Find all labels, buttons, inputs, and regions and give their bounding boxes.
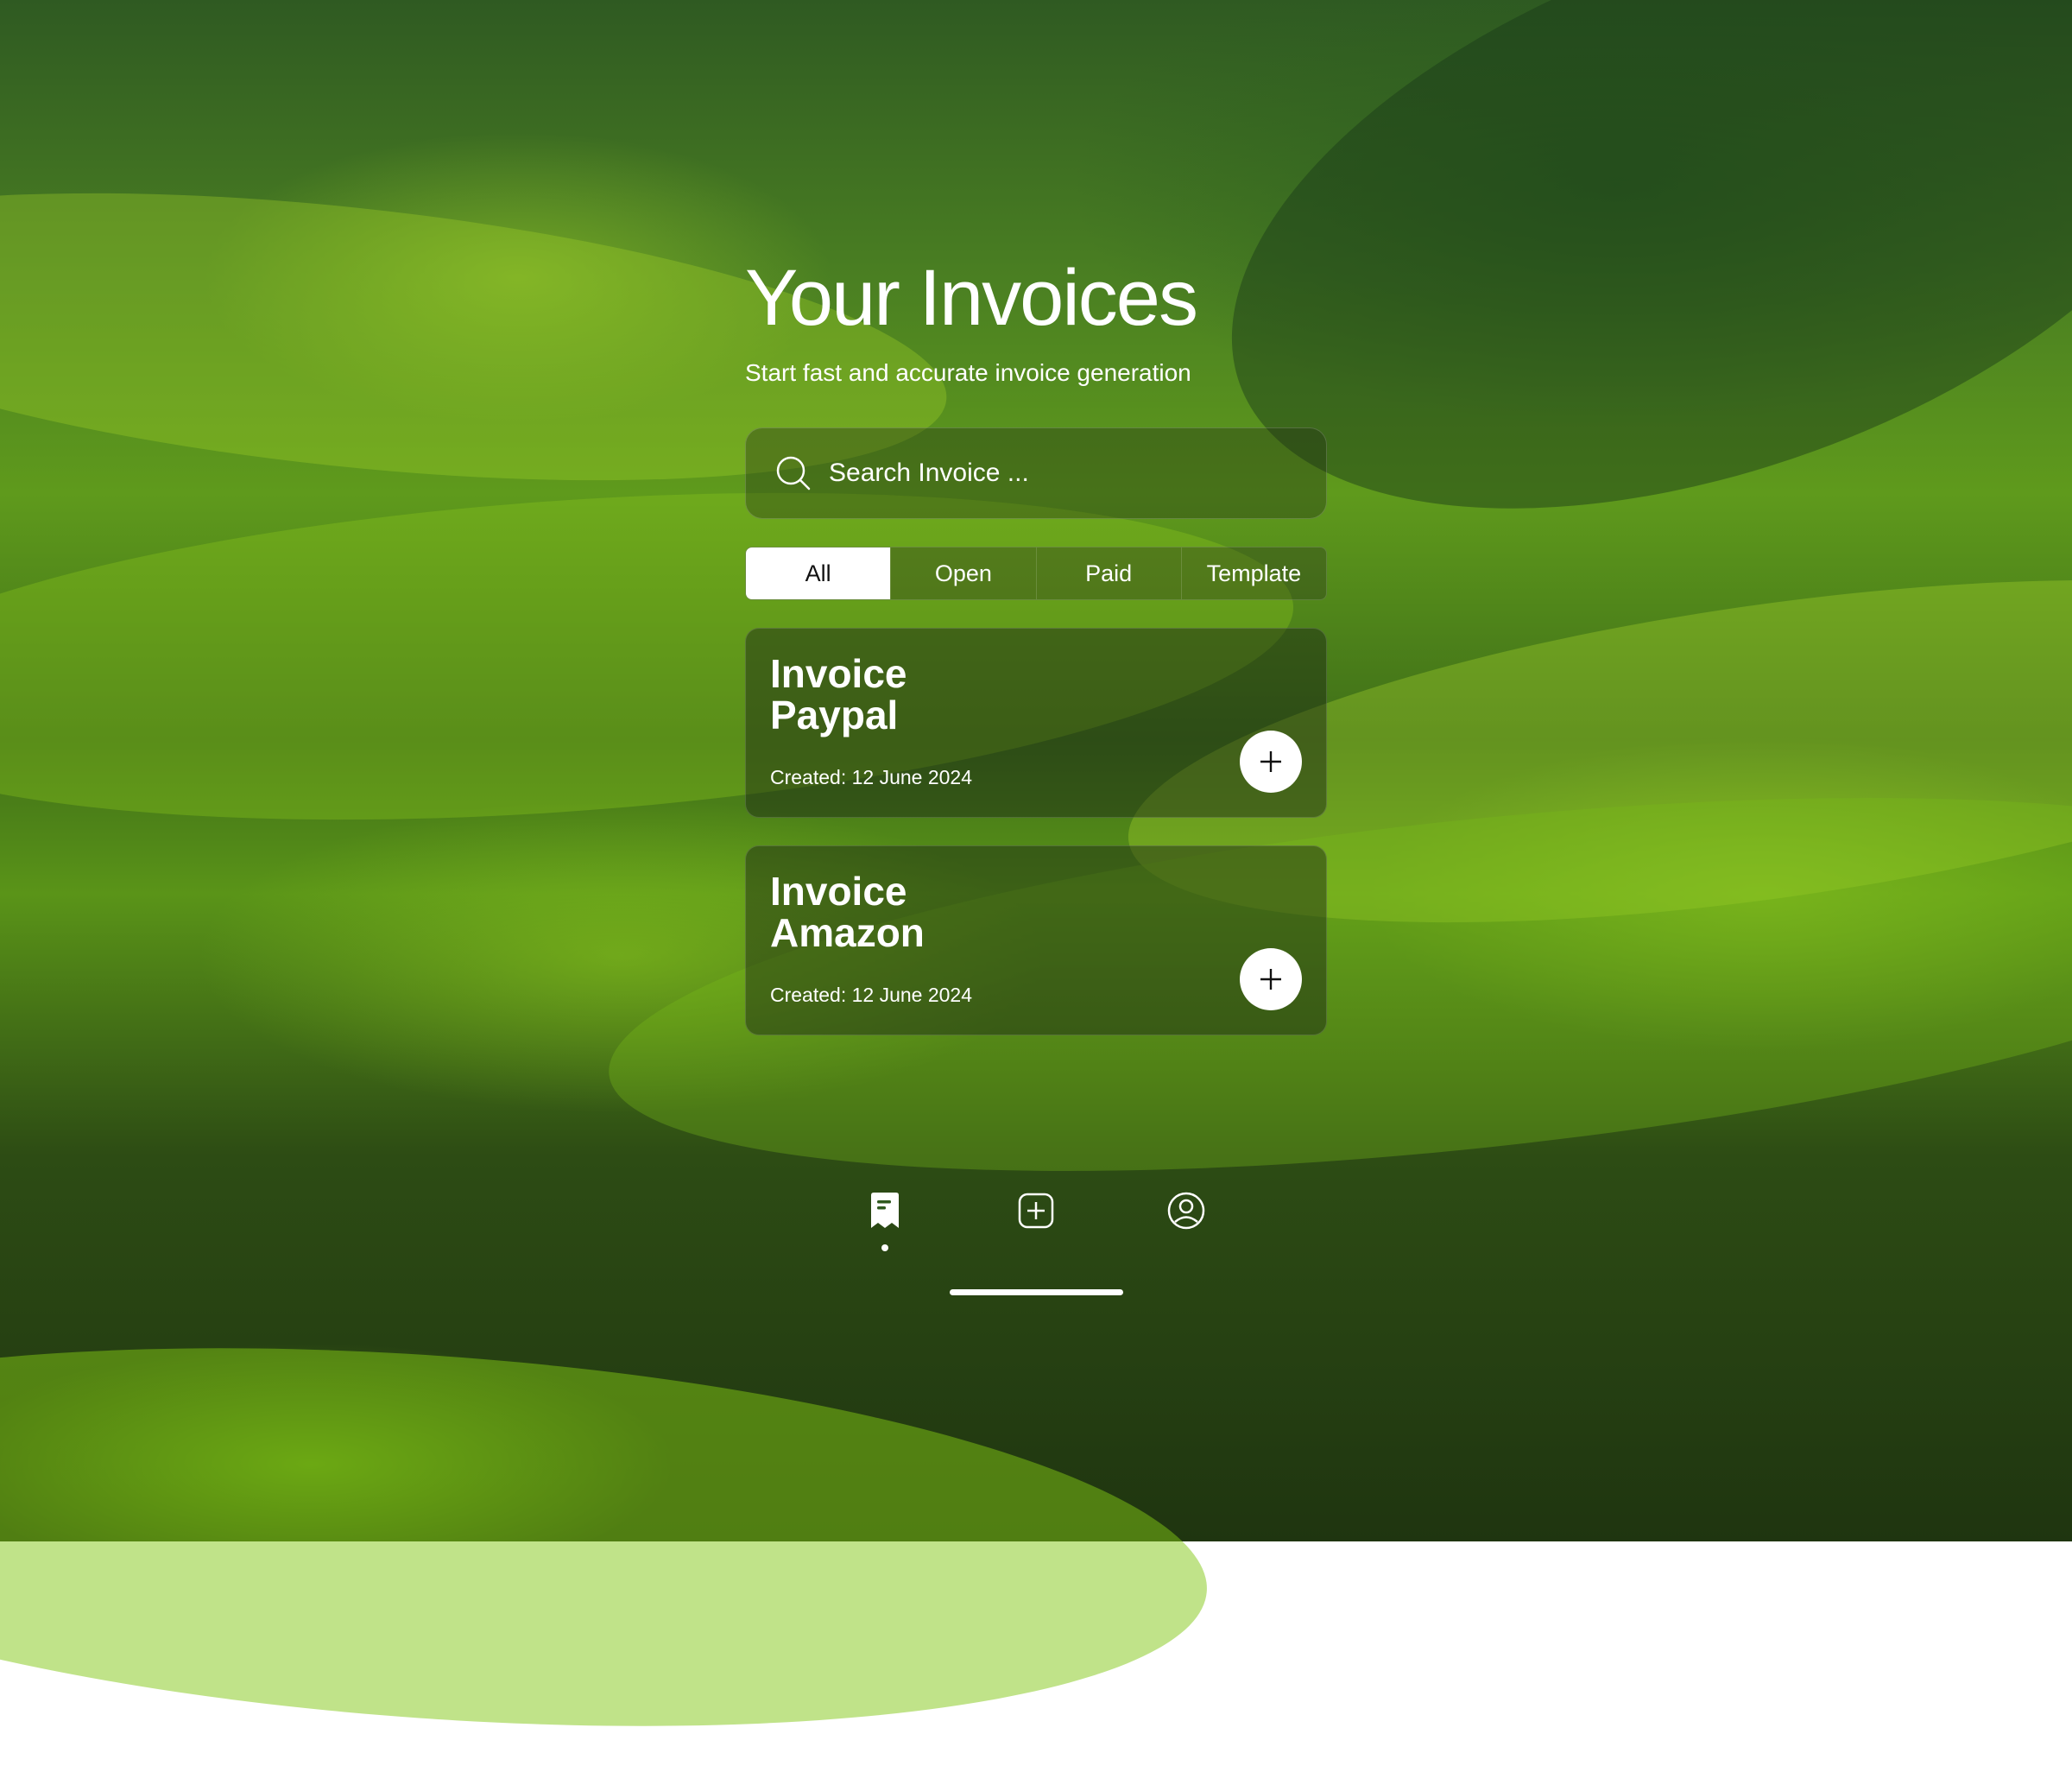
invoice-icon — [871, 1193, 899, 1228]
invoice-title: Invoice Paypal — [770, 651, 907, 737]
tab-all[interactable]: All — [746, 547, 891, 599]
plus-icon — [1260, 969, 1281, 990]
search-bar[interactable] — [745, 427, 1327, 519]
nav-profile[interactable] — [1166, 1190, 1207, 1231]
page-subtitle: Start fast and accurate invoice generati… — [745, 359, 1191, 386]
user-icon — [1167, 1192, 1205, 1230]
plus-icon — [1260, 751, 1281, 772]
bottom-navigation — [0, 1190, 2072, 1259]
filter-tabs: All Open Paid Template — [745, 547, 1327, 600]
nav-create[interactable] — [1015, 1190, 1057, 1231]
add-square-icon — [1018, 1193, 1054, 1229]
active-indicator-dot — [881, 1244, 888, 1251]
add-button[interactable] — [1240, 731, 1302, 793]
invoices-panel: Your Invoices Start fast and accurate in… — [745, 250, 1327, 1035]
search-input[interactable] — [827, 458, 1279, 489]
tab-open[interactable]: Open — [890, 547, 1035, 599]
tab-paid[interactable]: Paid — [1035, 547, 1181, 599]
search-icon — [776, 456, 811, 490]
invoice-created-date: Created: 12 June 2024 — [770, 984, 973, 1006]
invoice-created-date: Created: 12 June 2024 — [770, 766, 973, 788]
invoice-card[interactable]: Invoice Amazon Created: 12 June 2024 — [745, 845, 1327, 1035]
page-title: Your Invoices — [745, 254, 1198, 342]
invoice-title: Invoice Amazon — [770, 869, 925, 955]
add-button[interactable] — [1240, 948, 1302, 1010]
invoice-card[interactable]: Invoice Paypal Created: 12 June 2024 — [745, 628, 1327, 818]
nav-invoices[interactable] — [864, 1190, 906, 1231]
home-indicator[interactable] — [950, 1289, 1123, 1295]
tab-template[interactable]: Template — [1180, 547, 1326, 599]
